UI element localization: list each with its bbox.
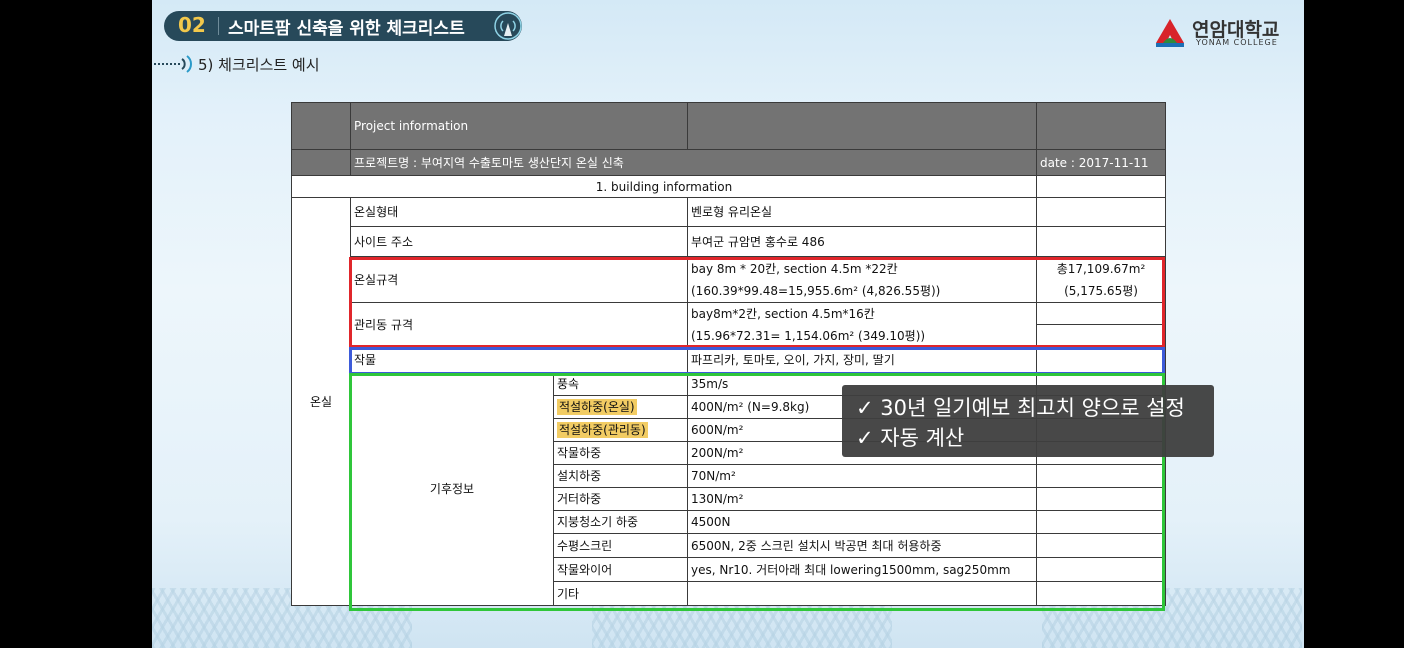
- row-value: 부여군 규암면 홍수로 486: [687, 226, 1037, 257]
- table-row: 온실 온실형태 벤로형 유리온실: [291, 197, 1166, 606]
- building-info-heading: 1. building information: [291, 175, 1037, 198]
- section-number: 02: [178, 13, 206, 37]
- project-info-label: Project information: [350, 102, 688, 150]
- table-row: 관리동 규격 bay8m*2칸, section 4.5m*16칸 (15.96…: [292, 302, 1166, 347]
- climate-value: [687, 581, 1037, 606]
- row-value: 벤로형 유리온실: [687, 197, 1037, 227]
- table-row: 작물 파프리카, 토마토, 오이, 가지, 장미, 딸기: [292, 346, 1166, 373]
- section-row: 1. building information: [291, 175, 1166, 198]
- callout-line: ✓ 자동 계산: [856, 426, 965, 450]
- spec-total-1: 총17,109.67m²: [1056, 261, 1146, 276]
- climate-label: 지붕청소기 하중: [553, 510, 688, 534]
- table-row: 사이트 주소 부여군 규암면 홍수로 486: [292, 226, 1166, 257]
- project-name: 프로젝트명 : 부여지역 수출토마토 생산단지 온실 신축: [350, 149, 1037, 176]
- table-row: 온실규격 bay 8m * 20칸, section 4.5m *22칸 (16…: [292, 256, 1166, 303]
- callout-line: ✓ 30년 일기예보 최고치 양으로 설정: [856, 396, 1185, 420]
- section-title: 스마트팜 신축을 위한 체크리스트: [228, 19, 465, 39]
- project-header-row: Project information: [291, 102, 1166, 150]
- climate-value: 4500N: [687, 510, 1037, 534]
- climate-value: 130N/m²: [687, 487, 1037, 511]
- climate-label: 적설하중(온실): [553, 395, 688, 419]
- section-divider: [218, 17, 219, 35]
- climate-value: yes, Nr10. 거터아래 최대 lowering1500mm, sag25…: [687, 557, 1037, 582]
- signal-arrow-icon: [154, 55, 192, 73]
- highlighted-label: 적설하중(온실): [557, 399, 637, 415]
- greenhouse-group-label: 온실: [291, 197, 351, 606]
- row-label: 관리동 규격: [350, 302, 688, 347]
- callout-box: ✓ 30년 일기예보 최고치 양으로 설정 ✓ 자동 계산: [842, 385, 1214, 457]
- climate-group-label: 기후정보: [350, 372, 554, 606]
- spec-total-2: (5,175.65평): [1064, 283, 1138, 298]
- subsection-title: 5) 체크리스트 예시: [198, 56, 320, 74]
- row-label: 온실형태: [350, 197, 688, 227]
- spec-total: 총17,109.67m² (5,175.65평): [1036, 256, 1166, 303]
- climate-label: 수평스크린: [553, 533, 688, 558]
- row-label: 사이트 주소: [350, 226, 688, 257]
- project-name-row: 프로젝트명 : 부여지역 수출토마토 생산단지 온실 신축 date : 201…: [291, 149, 1166, 176]
- climate-label: 작물하중: [553, 441, 688, 465]
- college-logo-icon: [1156, 19, 1184, 47]
- row-value: 파프리카, 토마토, 오이, 가지, 장미, 딸기: [687, 346, 1037, 373]
- checklist-table: Project information 프로젝트명 : 부여지역 수출토마토 생…: [291, 102, 1166, 606]
- row-value: bay8m*2칸, section 4.5m*16칸 (15.96*72.31=…: [687, 302, 1037, 347]
- climate-label: 거터하중: [553, 487, 688, 511]
- spec-line-1: bay 8m * 20칸, section 4.5m *22칸: [691, 261, 898, 276]
- college-subtitle: YONAM COLLEGE: [1196, 38, 1278, 47]
- highlighted-label: 적설하중(관리동): [557, 422, 648, 438]
- row-value: bay 8m * 20칸, section 4.5m *22칸 (160.39*…: [687, 256, 1037, 303]
- project-date: date : 2017-11-11: [1036, 149, 1166, 176]
- climate-value: 70N/m²: [687, 464, 1037, 488]
- spec-line-2: (160.39*99.48=15,955.6m² (4,826.55평)): [691, 283, 941, 298]
- climate-label: 설치하중: [553, 464, 688, 488]
- broadcast-icon: [494, 12, 522, 40]
- row-label: 작물: [350, 346, 688, 373]
- climate-label: 적설하중(관리동): [553, 418, 688, 442]
- mgmt-line-1: bay8m*2칸, section 4.5m*16칸: [691, 306, 875, 321]
- slide: 02 스마트팜 신축을 위한 체크리스트 5) 체크리스트 예시 연암대학교 Y…: [152, 0, 1304, 648]
- row-label: 온실규격: [350, 256, 688, 303]
- climate-label: 작물와이어: [553, 557, 688, 582]
- climate-value: 6500N, 2중 스크린 설치시 박공면 최대 허용하중: [687, 533, 1037, 558]
- climate-label: 기타: [553, 581, 688, 606]
- climate-label: 풍속: [553, 372, 688, 396]
- mgmt-line-2: (15.96*72.31= 1,154.06m² (349.10평)): [691, 328, 926, 343]
